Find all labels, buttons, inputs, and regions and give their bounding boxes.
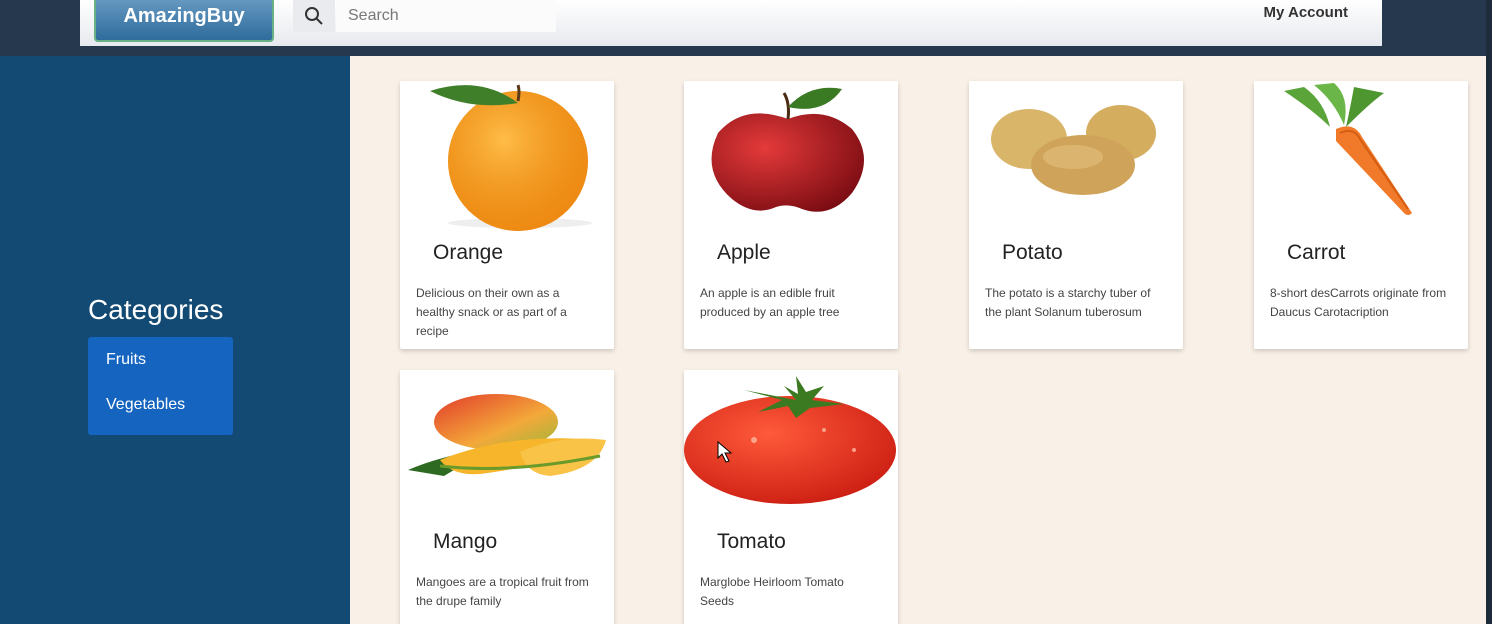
- potato-image: [969, 81, 1183, 231]
- product-card-potato[interactable]: Potato The potato is a starchy tuber of …: [969, 81, 1183, 349]
- category-vegetables[interactable]: Vegetables: [88, 386, 233, 431]
- category-list: Fruits Vegetables: [88, 337, 233, 435]
- top-navbar: AmazingBuy My Account: [80, 0, 1382, 46]
- my-account-link[interactable]: My Account: [1264, 4, 1348, 21]
- product-name: Orange: [433, 241, 504, 264]
- product-description: The potato is a starchy tuber of the pla…: [985, 286, 1151, 319]
- product-card-mango[interactable]: Mango Mangoes are a tropical fruit from …: [400, 370, 614, 624]
- product-description: 8-short desCarrots originate from Daucus…: [1270, 286, 1447, 319]
- product-name: Carrot: [1287, 241, 1346, 264]
- product-card-orange[interactable]: Orange Delicious on their own as a healt…: [400, 81, 614, 349]
- categories-title: Categories: [88, 294, 224, 325]
- product-name: Tomato: [717, 530, 786, 553]
- category-fruits[interactable]: Fruits: [88, 341, 233, 386]
- product-name: Mango: [433, 530, 498, 553]
- tomato-image: [684, 370, 898, 520]
- product-description: Marglobe Heirloom Tomato Seeds: [700, 575, 844, 608]
- logo[interactable]: AmazingBuy: [94, 0, 274, 42]
- product-card-apple[interactable]: Apple An apple is an edible fruit produc…: [684, 81, 898, 349]
- product-name: Apple: [717, 241, 771, 264]
- apple-image: [684, 81, 898, 231]
- product-name: Potato: [1002, 241, 1063, 264]
- product-card-tomato[interactable]: Tomato Marglobe Heirloom Tomato Seeds: [684, 370, 898, 624]
- scrollbar[interactable]: [1486, 0, 1492, 624]
- sidebar: Categories Fruits Vegetables: [0, 56, 350, 624]
- mango-image: [400, 370, 614, 520]
- carrot-image: [1254, 81, 1468, 231]
- product-grid: Orange Delicious on their own as a healt…: [350, 56, 1486, 624]
- orange-image: [400, 81, 614, 231]
- header-bar: AmazingBuy My Account: [0, 0, 1492, 56]
- product-description: Delicious on their own as a healthy snac…: [416, 286, 567, 338]
- product-description: An apple is an edible fruit produced by …: [700, 286, 840, 319]
- search-input[interactable]: [336, 0, 556, 32]
- product-description: Mangoes are a tropical fruit from the dr…: [416, 575, 589, 608]
- search-icon[interactable]: [293, 0, 335, 32]
- product-card-carrot[interactable]: Carrot 8-short desCarrots originate from…: [1254, 81, 1468, 349]
